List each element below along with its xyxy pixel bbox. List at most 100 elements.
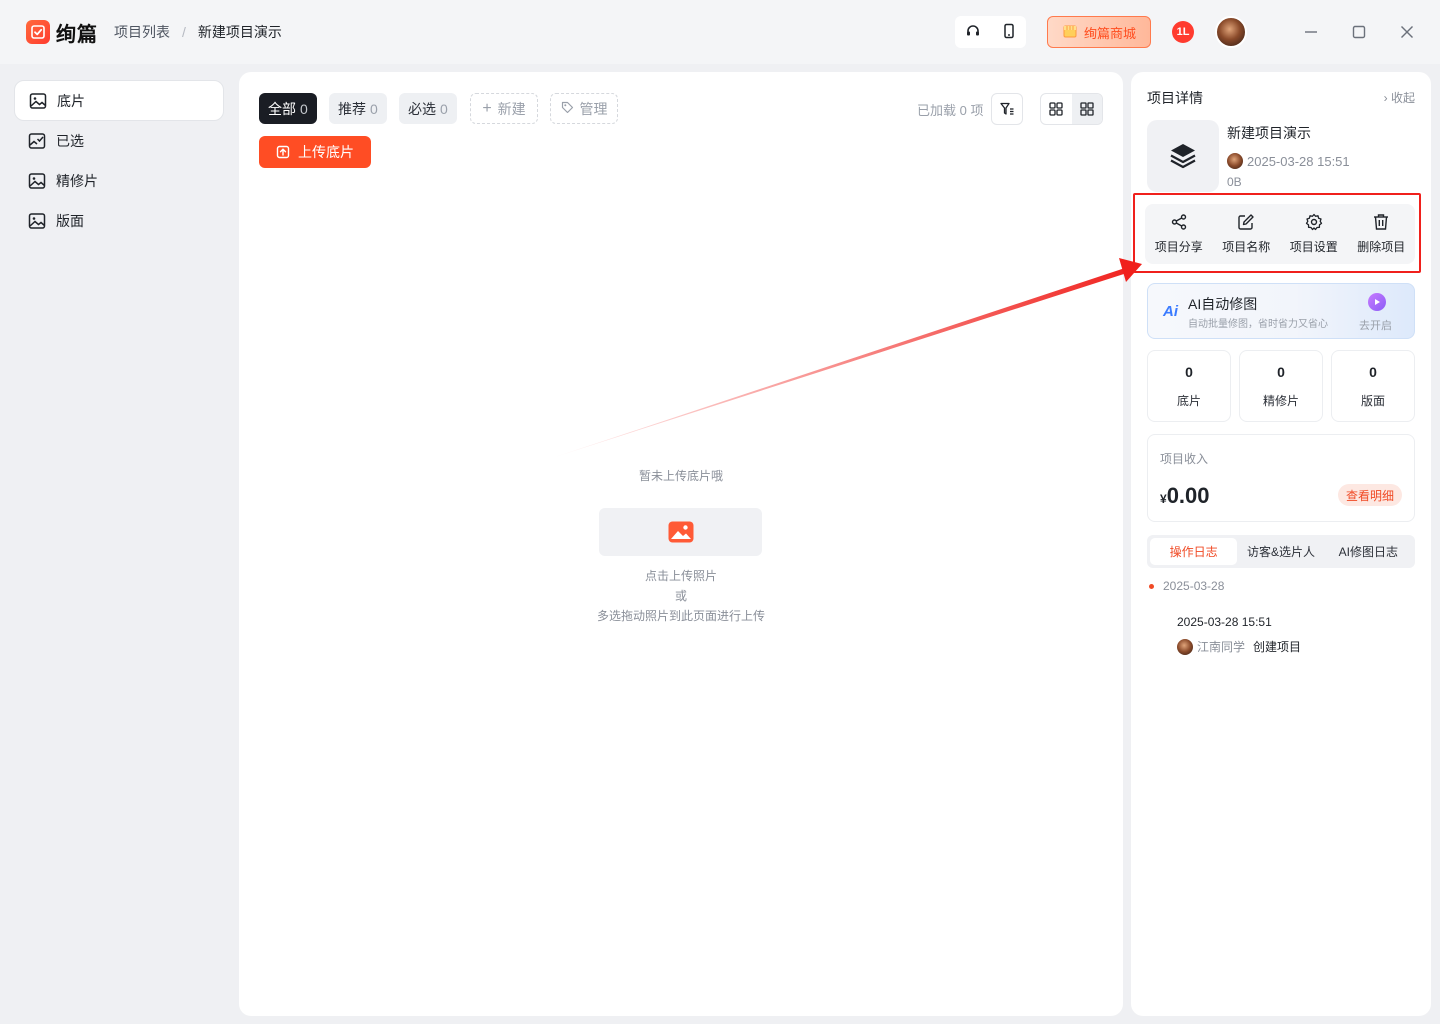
stat-retouched[interactable]: 0 精修片 (1239, 350, 1323, 422)
tab-ai-log[interactable]: AI修图日志 (1325, 538, 1412, 565)
chevron-right-icon: › (1383, 91, 1388, 105)
stat-label: 底片 (1176, 394, 1201, 408)
mall-button[interactable]: 绚篇商城 (1047, 16, 1151, 48)
sidebar-item-retouched[interactable]: 精修片 (14, 160, 224, 201)
sidebar-item-label: 底片 (57, 92, 85, 109)
image-icon (29, 92, 47, 109)
image-icon (28, 172, 46, 189)
upload-negatives-button[interactable]: 上传底片 (259, 136, 371, 168)
creator-avatar (1227, 153, 1243, 169)
minimize-icon[interactable] (1299, 20, 1323, 44)
sidebar-item-layout[interactable]: 版面 (14, 200, 224, 241)
loaded-count: 已加载 0 项 (917, 103, 984, 118)
project-details-panel: 项目详情 › 收起 新建项目演示 2025-03-28 15:51 0B 项目分… (1131, 72, 1431, 1016)
image-check-icon (28, 132, 46, 149)
play-icon (1368, 293, 1386, 311)
sidebar: 底片 已选 精修片 版面 (0, 64, 238, 1024)
tab-count: 0 (370, 100, 378, 117)
project-meta: 2025-03-28 15:51 (1227, 153, 1350, 169)
tab-operation-log[interactable]: 操作日志 (1150, 538, 1238, 565)
tag-icon (561, 101, 574, 117)
log-time: 2025-03-28 15:51 (1177, 615, 1272, 629)
breadcrumb-current: 新建项目演示 (197, 24, 282, 40)
support-headset-icon[interactable] (965, 23, 981, 42)
log-date-text: 2025-03-28 (1163, 579, 1225, 593)
empty-state-title: 暂未上传底片哦 (638, 469, 723, 483)
image-icon (28, 212, 46, 229)
sidebar-item-negatives[interactable]: 底片 (14, 80, 224, 121)
collapse-button[interactable]: › 收起 (1384, 89, 1415, 106)
empty-hint-line: 多选拖动照片到此页面进行上传 (596, 609, 765, 623)
created-at: 2025-03-28 15:51 (1247, 153, 1350, 169)
upload-label: 上传底片 (298, 144, 354, 160)
main-panel: 全部 0 推荐 0 必选 0 + 新建 管理 已加载 0 项 上传底片 暂未上传… (239, 72, 1123, 1016)
currency-symbol: ¥ (1160, 492, 1167, 506)
breadcrumb-separator: / (182, 24, 186, 40)
tab-label: 推荐 (338, 100, 366, 117)
stat-value: 0 (1185, 364, 1193, 380)
small-grid-icon[interactable] (1071, 94, 1102, 124)
sidebar-item-selected[interactable]: 已选 (14, 120, 224, 161)
tab-label: 全部 (268, 100, 296, 117)
maximize-icon[interactable] (1347, 20, 1371, 44)
highlight-box (1133, 193, 1421, 273)
device-toggle (955, 16, 1026, 48)
plus-icon: + (482, 99, 492, 117)
app-logo[interactable]: 绚篇 (26, 18, 98, 47)
ai-logo: Ai (1163, 303, 1178, 320)
income-value: 0.00 (1166, 483, 1210, 508)
new-tag-button[interactable]: + 新建 (470, 93, 538, 124)
ai-enable-link[interactable]: 去开启 (1359, 317, 1392, 333)
logo-text: 绚篇 (56, 23, 98, 46)
tab-recommended[interactable]: 推荐 0 (329, 93, 387, 124)
project-size: 0B (1227, 175, 1242, 189)
upload-drop-button[interactable] (599, 508, 762, 556)
details-title: 项目详情 (1147, 90, 1203, 106)
mobile-icon[interactable] (1002, 23, 1016, 42)
stat-negatives[interactable]: 0 底片 (1147, 350, 1231, 422)
collapse-label: 收起 (1390, 91, 1415, 105)
photo-icon (668, 521, 693, 543)
project-thumbnail (1147, 120, 1219, 192)
user-avatar[interactable] (1215, 16, 1247, 48)
log-tabs: 操作日志 访客&选片人 AI修图日志 (1147, 535, 1415, 568)
ai-subtitle: 自动批量修图，省时省力又省心 (1188, 319, 1328, 330)
layers-icon (1170, 144, 1196, 169)
title-bar: 绚篇 项目列表 / 新建项目演示 绚篇商城 1L (0, 0, 1440, 64)
stat-layouts[interactable]: 0 版面 (1331, 350, 1415, 422)
sidebar-item-label: 版面 (56, 212, 84, 229)
manage-label: 管理 (579, 100, 608, 117)
stat-value: 0 (1277, 364, 1285, 380)
timeline-dot (1149, 584, 1154, 589)
income-amount: ¥0.00 (1160, 483, 1210, 509)
ai-retouch-card[interactable]: Ai AI自动修图 自动批量修图，省时省力又省心 去开启 (1147, 283, 1415, 339)
tab-all[interactable]: 全部 0 (259, 93, 317, 124)
filter-button[interactable] (991, 93, 1023, 125)
view-details-button[interactable]: 查看明细 (1337, 484, 1402, 506)
project-income-card: 项目收入 ¥0.00 查看明细 (1147, 434, 1415, 522)
breadcrumb-projects[interactable]: 项目列表 (114, 22, 170, 42)
sidebar-item-label: 精修片 (56, 172, 98, 189)
tab-count: 0 (440, 100, 448, 117)
large-grid-icon[interactable] (1041, 94, 1072, 124)
log-user-avatar (1177, 638, 1193, 655)
tab-count: 0 (300, 100, 308, 117)
income-label: 项目收入 (1160, 452, 1209, 466)
stat-value: 0 (1369, 364, 1377, 380)
tab-label: 必选 (408, 100, 436, 117)
tab-required[interactable]: 必选 0 (399, 93, 457, 124)
stat-label: 版面 (1360, 394, 1385, 408)
store-icon (1062, 23, 1078, 42)
empty-hint-line: 点击上传照片 (644, 569, 717, 583)
filter-icon (1000, 102, 1014, 115)
manage-tags-button[interactable]: 管理 (550, 93, 618, 124)
notification-badge[interactable]: 1L (1172, 21, 1194, 43)
project-name: 新建项目演示 (1227, 125, 1311, 141)
log-entry: 江南同学 创建项目 (1177, 638, 1301, 655)
log-action: 创建项目 (1253, 640, 1302, 654)
view-toggle (1040, 93, 1103, 125)
log-user: 江南同学 (1197, 640, 1246, 654)
tab-visitors[interactable]: 访客&选片人 (1237, 538, 1324, 565)
upload-icon (276, 145, 290, 159)
close-icon[interactable] (1395, 20, 1419, 44)
